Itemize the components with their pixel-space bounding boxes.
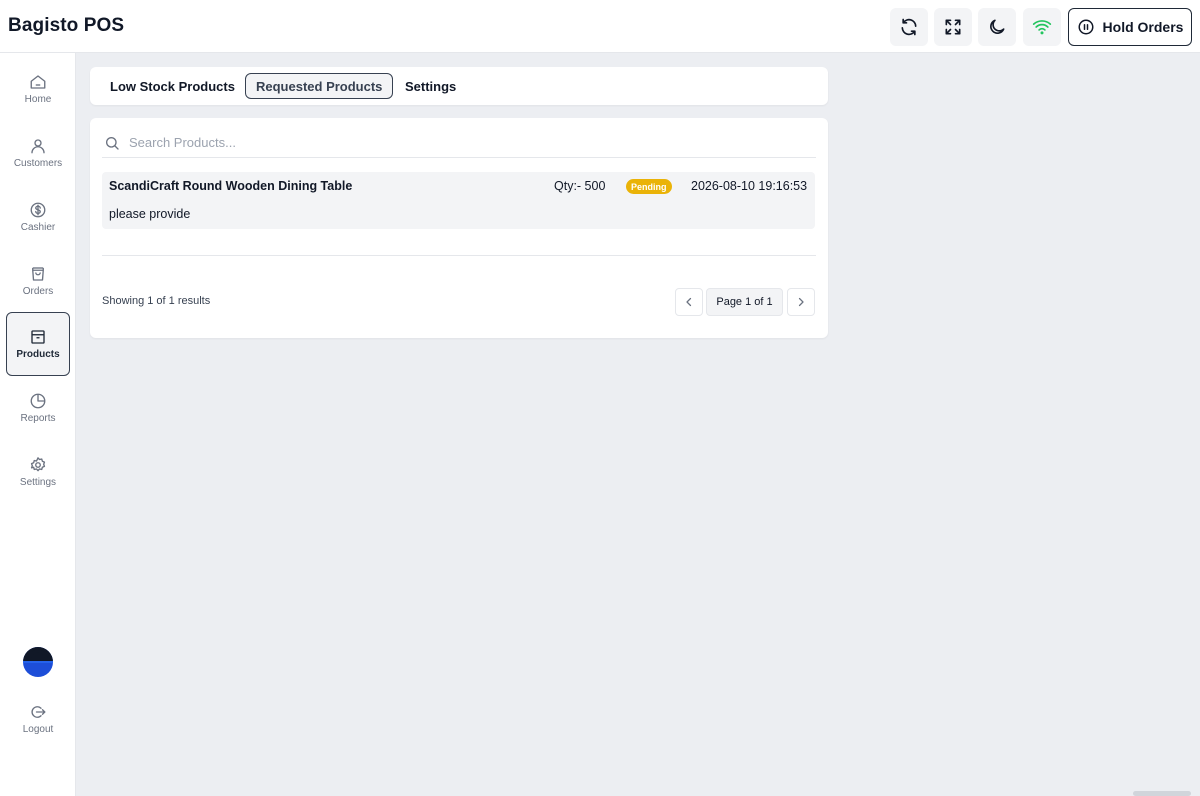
top-header: Bagisto POS Hold Orders (0, 0, 1200, 53)
search-input[interactable] (129, 135, 729, 150)
dark-mode-button[interactable] (978, 8, 1016, 46)
hold-orders-button[interactable]: Hold Orders (1068, 8, 1192, 46)
sidebar: Home Customers Cashier Orders Products R… (0, 53, 76, 796)
refresh-button[interactable] (890, 8, 928, 46)
app-brand: Bagisto POS (8, 15, 125, 36)
search-bar (102, 128, 816, 158)
sidebar-item-label: Reports (20, 413, 56, 424)
sidebar-item-products[interactable]: Products (6, 312, 70, 376)
request-date: 2026-08-10 19:16:53 (691, 179, 808, 193)
page-indicator: Page 1 of 1 (706, 288, 783, 316)
next-page-button[interactable] (787, 288, 815, 316)
connection-status-button[interactable] (1023, 8, 1061, 46)
avatar[interactable] (22, 645, 54, 677)
status-badge: Pending (626, 179, 672, 194)
results-count: Showing 1 of 1 results (102, 295, 211, 307)
gear-icon (30, 457, 46, 472)
search-icon (106, 136, 119, 150)
chevron-right-icon (798, 297, 804, 307)
refresh-icon (901, 18, 917, 36)
sidebar-item-label: Home (24, 94, 52, 105)
horizontal-scrollbar[interactable] (1133, 791, 1191, 796)
divider (102, 255, 816, 256)
sidebar-item-home[interactable]: Home (6, 57, 70, 121)
user-icon (31, 139, 45, 154)
moon-icon (990, 19, 1005, 34)
sidebar-item-cashier[interactable]: Cashier (6, 185, 70, 249)
tab-requested-products[interactable]: Requested Products (245, 73, 394, 99)
sidebar-item-label: Orders (22, 286, 54, 297)
sidebar-item-orders[interactable]: Orders (6, 249, 70, 313)
wifi-icon (1032, 20, 1052, 35)
sidebar-item-logout[interactable]: Logout (6, 687, 70, 751)
sidebar-item-label: Settings (19, 477, 57, 488)
requested-products-panel: ScandiCraft Round Wooden Dining Table Qt… (90, 118, 828, 338)
sidebar-item-reports[interactable]: Reports (6, 376, 70, 440)
product-name: ScandiCraft Round Wooden Dining Table (109, 179, 353, 193)
dollar-icon (30, 202, 46, 218)
product-tabs: Low Stock Products Requested Products Se… (90, 67, 828, 105)
fullscreen-icon (945, 19, 961, 35)
hold-orders-label: Hold Orders (1102, 19, 1184, 35)
bag-icon (32, 267, 44, 281)
box-icon (31, 330, 45, 344)
logout-label: Logout (22, 724, 54, 735)
sidebar-item-label: Customers (13, 158, 63, 169)
chevron-left-icon (686, 297, 692, 307)
home-icon (30, 75, 46, 89)
sidebar-item-customers[interactable]: Customers (6, 121, 70, 185)
sidebar-item-label: Products (16, 349, 60, 360)
user-avatar-icon (23, 647, 53, 677)
sidebar-item-settings[interactable]: Settings (6, 440, 70, 504)
previous-page-button[interactable] (675, 288, 703, 316)
fullscreen-button[interactable] (934, 8, 972, 46)
pause-circle-icon (1078, 19, 1094, 35)
sidebar-item-label: Cashier (20, 222, 56, 233)
requested-quantity: Qty:- 500 (554, 179, 606, 193)
tab-settings[interactable]: Settings (395, 73, 466, 99)
pie-chart-icon (30, 393, 46, 409)
list-item[interactable]: ScandiCraft Round Wooden Dining Table Qt… (102, 172, 815, 229)
request-note: please provide (109, 207, 191, 221)
tab-low-stock-products[interactable]: Low Stock Products (100, 73, 245, 99)
logout-icon (31, 706, 46, 718)
